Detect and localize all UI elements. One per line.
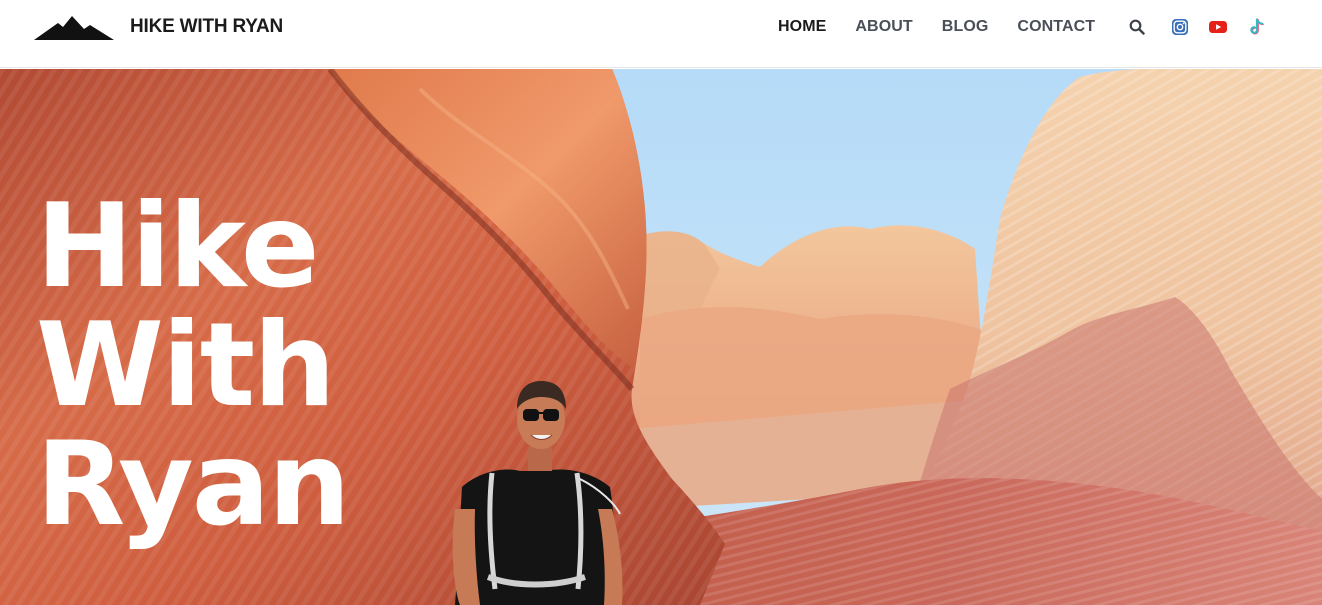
- nav-about[interactable]: ABOUT: [855, 18, 912, 36]
- nav-home[interactable]: HOME: [778, 18, 826, 36]
- hero-title-line-3: Ryan: [36, 417, 351, 552]
- youtube-icon[interactable]: [1209, 18, 1227, 36]
- hero-title: Hike With Ryan: [36, 187, 396, 544]
- logo-link[interactable]: [34, 12, 114, 44]
- site-header: HIKE WITH RYAN HOME ABOUT BLOG CONTACT: [0, 0, 1322, 68]
- main-nav: HOME ABOUT BLOG CONTACT: [778, 18, 1095, 36]
- site-title[interactable]: HIKE WITH RYAN: [130, 16, 283, 38]
- hero-section: Hike With Ryan: [0, 69, 1322, 605]
- nav-contact[interactable]: CONTACT: [1017, 18, 1095, 36]
- search-icon[interactable]: [1128, 18, 1146, 36]
- nav-blog[interactable]: BLOG: [942, 18, 989, 36]
- tiktok-icon[interactable]: [1248, 18, 1266, 36]
- instagram-icon[interactable]: [1171, 18, 1189, 36]
- hero-title-line-1: Hike: [36, 179, 320, 314]
- header-icon-group: [1128, 18, 1266, 36]
- mountain-peaks-icon: [34, 16, 114, 40]
- hero-title-line-2: With: [36, 298, 336, 433]
